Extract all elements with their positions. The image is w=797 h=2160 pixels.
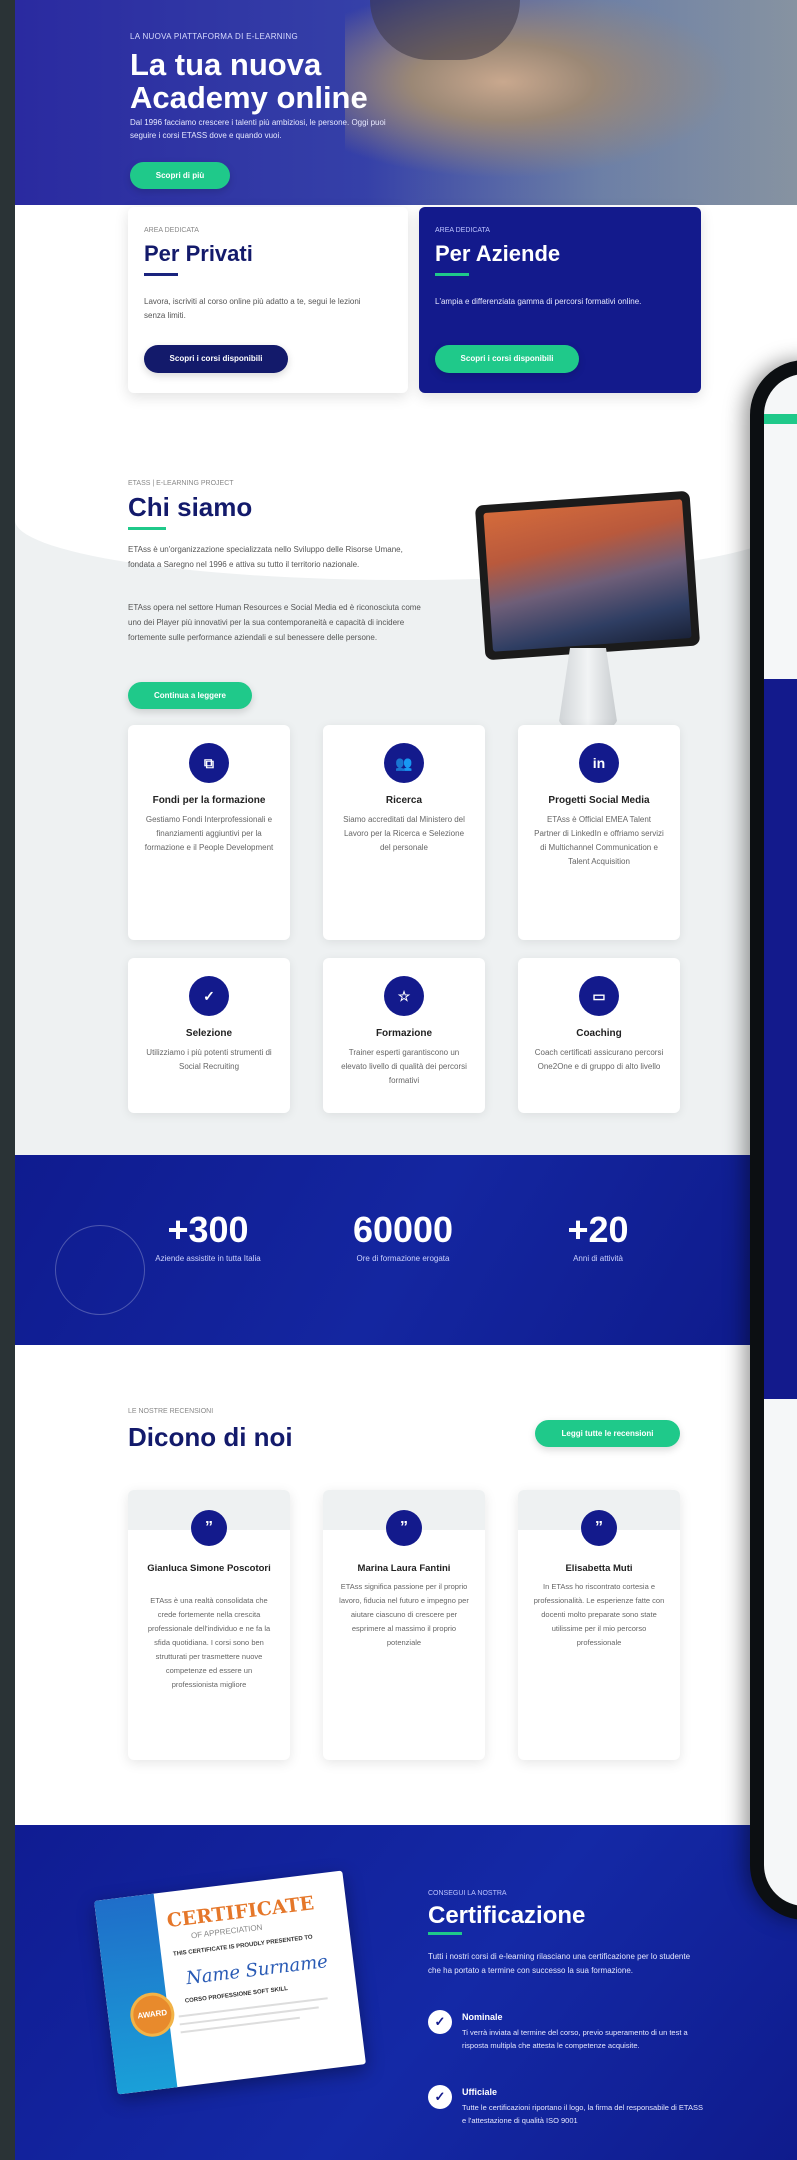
- card-icon: ▭: [579, 976, 619, 1016]
- feature-card: ▭ Coaching Coach certificati assicurano …: [518, 958, 680, 1113]
- feature-title: Fondi per la formazione: [152, 795, 266, 806]
- about-title: Chi siamo: [128, 492, 253, 522]
- certificate-course: CORSO PROFESSIONE SOFT SKILL: [184, 1986, 289, 2005]
- privati-card: AREA DEDICATA Per Privati Lavora, iscriv…: [128, 207, 408, 393]
- certificate-image: CERTIFICATE OF APPRECIATION THIS CERTIFI…: [94, 1870, 366, 2095]
- star-icon: ☆: [384, 976, 424, 1016]
- imac-illustration: [474, 490, 701, 733]
- review-text: In ETAss ho riscontrato cortesia e profe…: [533, 1582, 665, 1647]
- feature-text: Coach certificati assicurano percorsi On…: [534, 1048, 664, 1071]
- feature-card: ⧉ Fondi per la formazione Gestiamo Fondi…: [128, 725, 290, 940]
- feature-text: Utilizziamo i più potenti strumenti di S…: [146, 1048, 272, 1071]
- review-author: Marina Laura Fantini: [357, 1563, 451, 1574]
- cert-kicker: CONSEGUI LA NOSTRA: [428, 1890, 507, 1897]
- left-edge-strip: [0, 0, 15, 2160]
- aziende-card: AREA DEDICATA Per Aziende L'ampia e diff…: [419, 207, 701, 393]
- document-icon: ⧉: [189, 743, 229, 783]
- feature-title: Coaching: [576, 1028, 622, 1039]
- cert-item-text: Tutte le certificazioni riportano il log…: [462, 2103, 703, 2125]
- aziende-title-underline: [435, 273, 469, 276]
- feature-title: Ricerca: [385, 795, 423, 806]
- review-text: ETAss è una realtà consolidata che crede…: [147, 1596, 271, 1689]
- check-circle-icon: ✓: [428, 2010, 452, 2034]
- privati-title-underline: [144, 273, 178, 276]
- cert-item-text: Ti verrà inviata al termine del corso, p…: [462, 2028, 688, 2050]
- privati-text: Lavora, iscriviti al corso online più ad…: [144, 297, 361, 320]
- feature-text: Siamo accreditati dal Ministero del Lavo…: [343, 815, 465, 852]
- imac-screen: [474, 490, 701, 661]
- all-reviews-button[interactable]: Leggi tutte le recensioni: [535, 1420, 680, 1447]
- reviews-title: Dicono di noi: [128, 1422, 293, 1452]
- quote-icon: ”: [386, 1510, 422, 1546]
- aziende-courses-button[interactable]: Scopri i corsi disponibili: [435, 345, 579, 373]
- page: LA NUOVA PIATTAFORMA DI E-LEARNING La tu…: [15, 0, 797, 2160]
- certificate-name: Name Surname: [184, 1951, 329, 1990]
- feature-card: ✓ Selezione Utilizziamo i più potenti st…: [128, 958, 290, 1113]
- phone-mockup: [750, 360, 797, 1920]
- quote-icon: ”: [191, 1510, 227, 1546]
- imac-stand: [558, 648, 618, 728]
- reviews-kicker: LE NOSTRE RECENSIONI: [128, 1408, 214, 1415]
- feature-card: 👥 Ricerca Siamo accreditati dal Minister…: [323, 725, 485, 940]
- hero-section: LA NUOVA PIATTAFORMA DI E-LEARNING La tu…: [15, 0, 797, 205]
- feature-text: Trainer esperti garantiscono un elevato …: [341, 1048, 467, 1085]
- review-text: ETAss significa passione per il proprio …: [339, 1582, 469, 1647]
- feature-title: Selezione: [185, 1028, 233, 1039]
- about-title-underline: [128, 527, 166, 530]
- check-icon: ✓: [189, 976, 229, 1016]
- stat-number: +20: [567, 1209, 629, 1250]
- check-circle-icon: ✓: [428, 2085, 452, 2109]
- privati-kicker: AREA DEDICATA: [144, 227, 199, 234]
- feature-text: ETAss è Official EMEA Talent Partner di …: [534, 815, 664, 866]
- stat-item: +20 Anni di attività: [518, 1209, 678, 1264]
- cert-title-underline: [428, 1932, 462, 1935]
- about-read-more-button[interactable]: Continua a leggere: [128, 682, 252, 709]
- hero-discover-button[interactable]: Scopri di più: [130, 162, 230, 189]
- people-icon: 👥: [384, 743, 424, 783]
- aziende-title: Per Aziende: [435, 241, 561, 266]
- cert-description: Tutti i nostri corsi di e-learning rilas…: [428, 1952, 691, 1975]
- aziende-text: L'ampia e differenziata gamma di percors…: [435, 297, 642, 306]
- stat-number: +300: [167, 1209, 249, 1250]
- hero-kicker: LA NUOVA PIATTAFORMA DI E-LEARNING: [130, 32, 299, 41]
- hero-title: La tua nuova Academy online: [130, 47, 368, 115]
- cert-item-title: Nominale: [462, 2012, 503, 2022]
- cert-title: Certificazione: [428, 1902, 586, 1929]
- aziende-kicker: AREA DEDICATA: [435, 227, 490, 234]
- review-author: Gianluca Simone Poscotori: [147, 1563, 271, 1574]
- stat-item: +300 Aziende assistite in tutta Italia: [128, 1209, 288, 1264]
- privati-title: Per Privati: [144, 241, 253, 266]
- feature-text: Gestiamo Fondi Interprofessionali e fina…: [144, 815, 274, 852]
- stat-label: Aziende assistite in tutta Italia: [155, 1254, 261, 1263]
- hero-description: Dal 1996 facciamo crescere i talenti più…: [130, 118, 386, 140]
- review-card: ” Gianluca Simone Poscotori ETAss è una …: [128, 1490, 290, 1760]
- about-paragraph-2: ETAss opera nel settore Human Resources …: [128, 603, 421, 642]
- review-card: ” Elisabetta Muti In ETAss ho riscontrat…: [518, 1490, 680, 1760]
- feature-card: in Progetti Social Media ETAss è Officia…: [518, 725, 680, 940]
- feature-card: ☆ Formazione Trainer esperti garantiscon…: [323, 958, 485, 1113]
- quote-icon: ”: [581, 1510, 617, 1546]
- review-card: ” Marina Laura Fantini ETAss significa p…: [323, 1490, 485, 1760]
- privati-courses-button[interactable]: Scopri i corsi disponibili: [144, 345, 288, 373]
- stat-item: 60000 Ore di formazione erogata: [323, 1209, 483, 1264]
- stat-label: Ore di formazione erogata: [356, 1254, 450, 1263]
- review-author: Elisabetta Muti: [565, 1563, 633, 1574]
- feature-title: Progetti Social Media: [548, 795, 650, 806]
- stat-number: 60000: [352, 1209, 454, 1250]
- stat-label: Anni di attività: [573, 1254, 623, 1263]
- about-paragraph-1: ETAss è un'organizzazione specializzata …: [128, 545, 403, 569]
- feature-title: Formazione: [375, 1028, 433, 1039]
- cert-item-title: Ufficiale: [462, 2087, 498, 2097]
- linkedin-icon: in: [579, 743, 619, 783]
- about-kicker: ETASS | E-LEARNING PROJECT: [128, 480, 234, 487]
- phone-screen: [764, 679, 797, 1399]
